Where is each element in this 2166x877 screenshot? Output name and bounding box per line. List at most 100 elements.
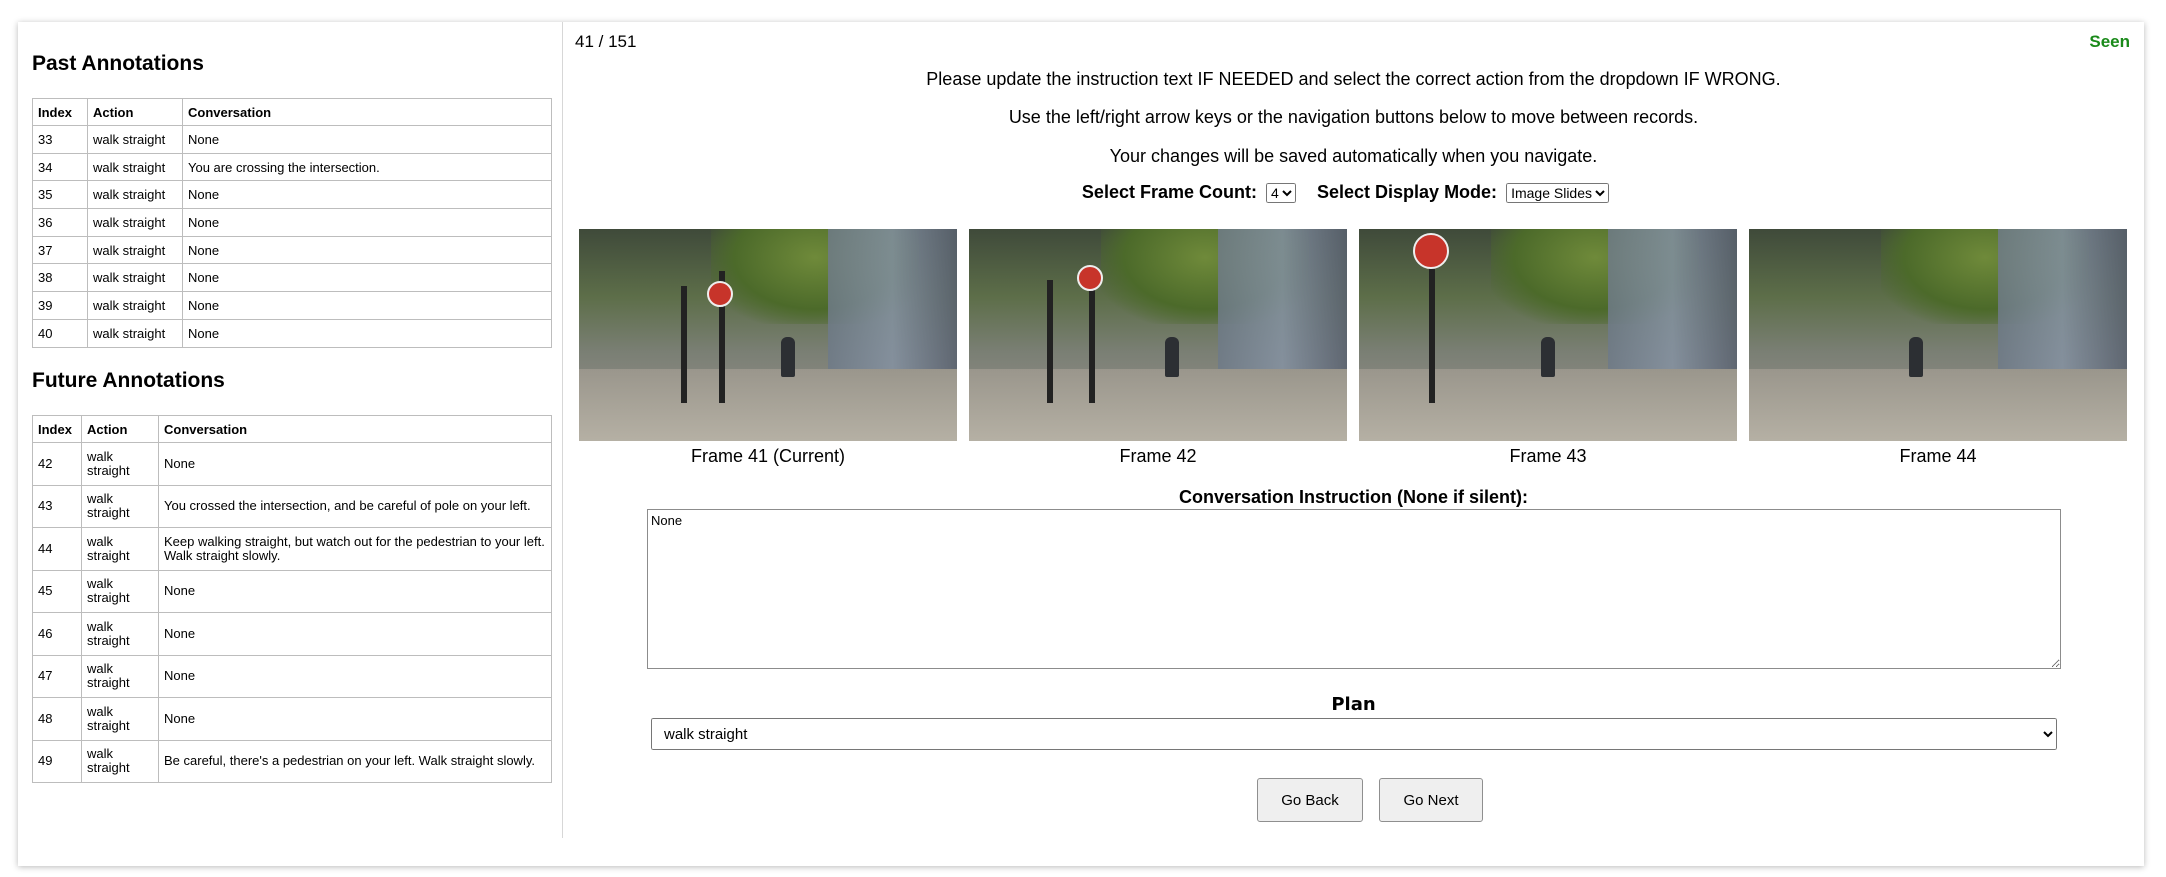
future-annotations-title: Future Annotations bbox=[32, 369, 225, 392]
instruction-text-3: Your changes will be saved automatically… bbox=[1109, 146, 1598, 166]
conversation-header: Conversation bbox=[158, 415, 552, 443]
annotation-card: Past Annotations Index Action Conversati… bbox=[18, 22, 2144, 866]
action-cell: walk straight bbox=[81, 612, 159, 656]
go-next-button[interactable]: Go Next bbox=[1379, 778, 1483, 822]
index-cell: 47 bbox=[32, 654, 82, 698]
conversation-cell: None bbox=[182, 318, 552, 348]
index-cell: 36 bbox=[32, 208, 88, 237]
conversation-label: Conversation Instruction (None if silent… bbox=[1178, 487, 1528, 507]
index-cell: 48 bbox=[32, 697, 82, 741]
table-row: 33 walk straight None bbox=[32, 125, 552, 154]
plan-label: Plan bbox=[1331, 694, 1376, 715]
conversation-input[interactable]: None bbox=[647, 509, 2061, 669]
index-cell: 43 bbox=[32, 484, 82, 528]
table-row: 47 walk straight None bbox=[32, 654, 552, 698]
table-header-row: Index Action Conversation bbox=[32, 415, 552, 443]
table-row: 43 walk straight You crossed the intersect… bbox=[32, 484, 552, 528]
table-row: 35 walk straight None bbox=[32, 180, 552, 210]
frame-count-label: Select Frame Count: bbox=[1081, 182, 1257, 202]
frame-label: Frame 42 bbox=[1119, 446, 1197, 466]
conversation-cell: None bbox=[158, 569, 552, 613]
table-row: 49 walk straight Be careful, there's a ped… bbox=[32, 739, 552, 783]
frame-label: Frame 44 bbox=[1899, 446, 1977, 466]
index-cell: 38 bbox=[32, 263, 88, 293]
table-row: 48 walk straight None bbox=[32, 697, 552, 741]
frame-gallery: Frame 41 (Current) Frame 42 Frame 43 Fra… bbox=[579, 229, 2131, 479]
past-annotations-title: Past Annotations bbox=[32, 52, 204, 75]
table-row: 34 walk straight You are crossing the inte… bbox=[32, 152, 552, 182]
table-row: 39 walk straight None bbox=[32, 291, 552, 320]
display-mode-label: Select Display Mode: bbox=[1317, 182, 1498, 202]
frame-image bbox=[1749, 229, 2127, 441]
action-cell: walk straight bbox=[81, 739, 159, 783]
index-cell: 45 bbox=[32, 569, 82, 613]
conversation-cell: None bbox=[182, 263, 552, 293]
display-mode-select[interactable]: Image Slides bbox=[1506, 183, 1610, 204]
past-annotations-table: Index Action Conversation 33 walk straigh… bbox=[32, 98, 552, 348]
action-cell: walk straight bbox=[87, 125, 183, 154]
index-header: Index bbox=[32, 415, 82, 443]
conversation-cell: None bbox=[158, 697, 552, 741]
status-badge: Seen bbox=[2089, 32, 2130, 51]
conversation-cell: You are crossing the intersection. bbox=[182, 152, 552, 182]
conversation-cell: Be careful, there's a pedestrian on your… bbox=[158, 739, 552, 783]
go-back-button[interactable]: Go Back bbox=[1257, 778, 1363, 822]
conversation-cell: None bbox=[182, 180, 552, 210]
conversation-header: Conversation bbox=[182, 98, 552, 126]
action-cell: walk straight bbox=[81, 569, 159, 613]
conversation-cell: Keep walking straight, but watch out for… bbox=[158, 527, 552, 571]
index-cell: 37 bbox=[32, 235, 88, 265]
conversation-cell: None bbox=[158, 442, 552, 486]
index-cell: 35 bbox=[32, 180, 88, 210]
conversation-cell: None bbox=[182, 291, 552, 320]
index-cell: 46 bbox=[32, 612, 82, 656]
action-header: Action bbox=[87, 98, 183, 126]
frame-41: Frame 41 (Current) bbox=[579, 229, 957, 467]
action-cell: walk straight bbox=[87, 152, 183, 182]
table-row: 38 walk straight None bbox=[32, 263, 552, 293]
frame-image bbox=[1359, 229, 1737, 441]
action-cell: walk straight bbox=[81, 527, 159, 571]
action-cell: walk straight bbox=[81, 484, 159, 528]
table-row: 37 walk straight None bbox=[32, 235, 552, 265]
action-cell: walk straight bbox=[87, 180, 183, 210]
action-cell: walk straight bbox=[87, 208, 183, 237]
action-cell: walk straight bbox=[87, 235, 183, 265]
action-cell: walk straight bbox=[81, 654, 159, 698]
action-cell: walk straight bbox=[87, 291, 183, 320]
annotation-history-panel: Past Annotations Index Action Conversati… bbox=[18, 22, 562, 838]
record-counter: 41 / 151 bbox=[575, 32, 637, 51]
frame-label: Frame 41 (Current) bbox=[690, 446, 846, 466]
frame-42: Frame 42 bbox=[969, 229, 1347, 467]
instruction-text-2: Use the left/right arrow keys or the nav… bbox=[1008, 107, 1699, 127]
frame-count-select[interactable]: 4 bbox=[1265, 183, 1296, 204]
table-row: 44 walk straight Keep walking straight, bu… bbox=[32, 527, 552, 571]
frame-label: Frame 43 bbox=[1509, 446, 1587, 466]
plan-select[interactable]: walk straight bbox=[651, 718, 2057, 750]
conversation-cell: You crossed the intersection, and be car… bbox=[158, 484, 552, 528]
index-cell: 40 bbox=[32, 318, 88, 348]
index-cell: 44 bbox=[32, 527, 82, 571]
table-row: 40 walk straight None bbox=[32, 318, 552, 348]
conversation-cell: None bbox=[182, 208, 552, 237]
conversation-cell: None bbox=[158, 654, 552, 698]
future-annotations-table: Index Action Conversation 42 walk straigh… bbox=[32, 415, 552, 783]
display-controls: Select Frame Count: 4 Select Display Mod… bbox=[563, 182, 2144, 204]
annotation-editor-panel: 41 / 151 Seen Please update the instruct… bbox=[563, 22, 2144, 838]
index-header: Index bbox=[32, 98, 88, 126]
table-row: 46 walk straight None bbox=[32, 612, 552, 656]
index-cell: 39 bbox=[32, 291, 88, 320]
action-cell: walk straight bbox=[81, 442, 159, 486]
conversation-cell: None bbox=[158, 612, 552, 656]
table-row: 36 walk straight None bbox=[32, 208, 552, 237]
action-cell: walk straight bbox=[87, 318, 183, 348]
index-cell: 33 bbox=[32, 125, 88, 154]
conversation-cell: None bbox=[182, 235, 552, 265]
index-cell: 49 bbox=[32, 739, 82, 783]
frame-image bbox=[579, 229, 957, 441]
instruction-text-1: Please update the instruction text IF NE… bbox=[926, 69, 1781, 89]
frame-43: Frame 43 bbox=[1359, 229, 1737, 467]
table-row: 45 walk straight None bbox=[32, 569, 552, 613]
action-cell: walk straight bbox=[81, 697, 159, 741]
frame-44: Frame 44 bbox=[1749, 229, 2127, 467]
